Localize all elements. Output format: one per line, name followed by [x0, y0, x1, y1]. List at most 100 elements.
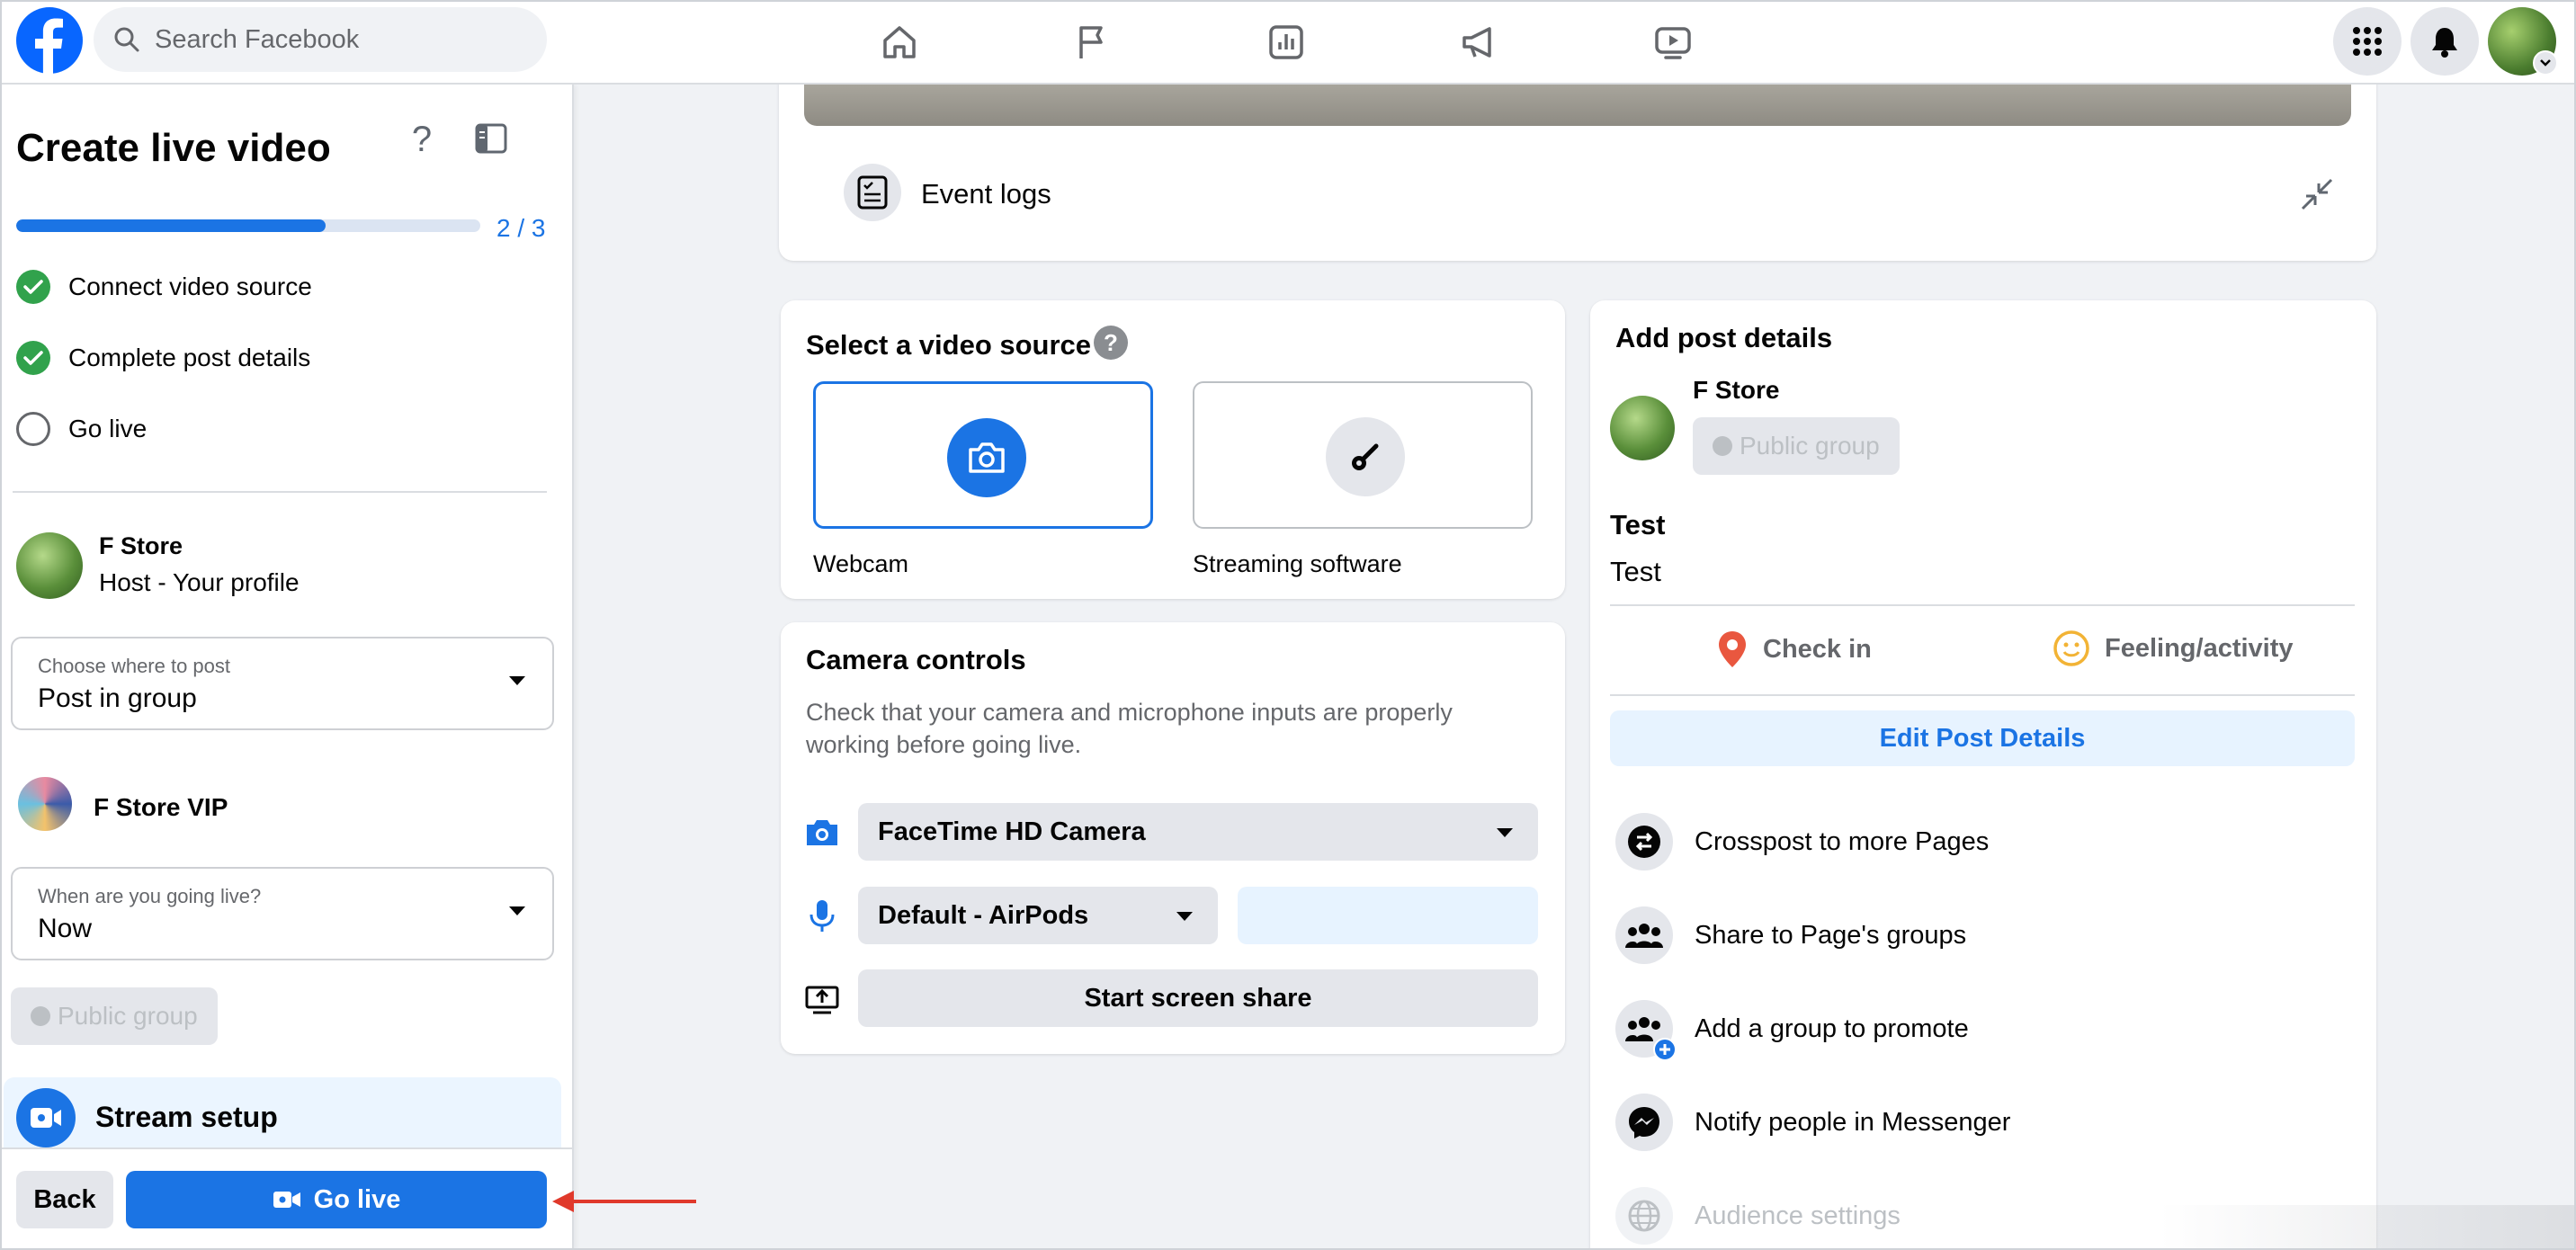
go-live-label: Go live [313, 1184, 401, 1214]
notifications-bell-icon[interactable] [2411, 7, 2479, 76]
step-go-live: Go live [16, 412, 147, 446]
video-icon[interactable] [1646, 15, 1700, 69]
camera-icon [807, 820, 837, 845]
chevron-down-icon[interactable] [2533, 50, 2558, 76]
divider [1610, 694, 2355, 696]
host-role: Host - Your profile [99, 568, 300, 596]
location-pin-icon [1719, 631, 1746, 667]
video-source-title: Select a video source [806, 329, 1092, 361]
help-icon[interactable]: ? [1094, 326, 1128, 360]
webcam-label: Webcam [813, 550, 909, 577]
progress-text: 2 / 3 [496, 214, 546, 242]
back-button[interactable]: Back [16, 1171, 113, 1228]
add-group-icon [1615, 1000, 1677, 1061]
live-camera-icon [273, 1192, 300, 1208]
screen-share-icon [805, 986, 839, 1014]
webcam-option[interactable] [813, 381, 1153, 529]
microphone-icon [809, 900, 835, 932]
event-logs-icon [844, 164, 901, 221]
minimize-icon[interactable] [2299, 176, 2335, 212]
stream-setup-label: Stream setup [95, 1101, 278, 1133]
camera-value: FaceTime HD Camera [878, 817, 1146, 846]
description-line: working before going live. [806, 731, 1082, 758]
help-icon[interactable]: ? [401, 119, 443, 160]
post-details-title: Add post details [1615, 322, 1833, 353]
group-name: F Store VIP [94, 793, 228, 821]
notify-messenger-option[interactable]: Notify people in Messenger [1615, 1094, 2010, 1151]
progress-bar [16, 219, 480, 232]
add-group-to-promote-option[interactable]: Add a group to promote [1615, 1000, 1969, 1061]
host-name: F Store [99, 532, 183, 559]
crosspost-icon [1615, 813, 1673, 871]
description-line: Check that your camera and microphone in… [806, 699, 1453, 726]
audio-level-meter [1238, 887, 1538, 944]
select-label: When are you going live? [38, 885, 262, 907]
streaming-software-label: Streaming software [1193, 550, 1402, 577]
crosspost-option[interactable]: Crosspost to more Pages [1615, 813, 1989, 871]
step-label: Go live [68, 415, 148, 442]
option-label: Audience settings [1695, 1201, 1901, 1230]
event-logs-label[interactable]: Event logs [921, 178, 1051, 210]
scroll-shadow [2159, 1205, 2576, 1250]
share-to-groups-option[interactable]: Share to Page's groups [1615, 906, 1966, 964]
collapse-panel-icon[interactable] [473, 121, 509, 156]
option-label: Share to Page's groups [1695, 920, 1967, 950]
step-label: Connect video source [68, 272, 312, 300]
group-avatar [16, 775, 74, 833]
top-navigation-bar [0, 0, 2576, 85]
video-preview [804, 85, 2351, 126]
go-live-button[interactable]: Go live [126, 1171, 547, 1228]
when-going-live-select[interactable]: When are you going live? Now [11, 867, 554, 960]
stream-setup-section[interactable]: Stream setup [4, 1077, 561, 1158]
microphone-value: Default - AirPods [878, 900, 1089, 930]
camera-controls-description: Check that your camera and microphone in… [806, 696, 1453, 761]
feeling-label: Feeling/activity [2105, 633, 2294, 663]
progress-fill [16, 219, 326, 232]
step-connect-video-source: Connect video source [16, 270, 312, 304]
audience-settings-option[interactable]: Audience settings [1615, 1187, 1901, 1245]
flag-icon[interactable] [1065, 15, 1119, 69]
messenger-icon [1615, 1094, 1673, 1151]
insights-icon[interactable] [1259, 15, 1313, 69]
search-bar[interactable] [94, 7, 547, 72]
smiley-icon [2053, 630, 2089, 666]
microphone-select[interactable]: Default - AirPods [858, 887, 1218, 944]
select-value: Post in group [38, 683, 197, 713]
megaphone-icon[interactable] [1452, 15, 1506, 69]
post-text[interactable]: Test [1610, 556, 1661, 588]
privacy-label: Public group [58, 1002, 198, 1030]
facebook-logo-icon[interactable] [16, 7, 83, 74]
start-screen-share-button[interactable]: Start screen share [858, 969, 1538, 1027]
sidebar-footer: Back Go live [0, 1147, 572, 1250]
privacy-button[interactable]: Public group [11, 987, 218, 1045]
camera-select[interactable]: FaceTime HD Camera [858, 803, 1538, 861]
feeling-activity-button[interactable]: Feeling/activity [2053, 629, 2294, 667]
option-label: Add a group to promote [1695, 1013, 1969, 1043]
post-title[interactable]: Test [1610, 509, 1665, 541]
streaming-software-option[interactable] [1193, 381, 1533, 529]
caret-down-icon [509, 676, 525, 685]
page-title: Create live video [16, 126, 331, 170]
select-label: Choose where to post [38, 655, 231, 677]
page-name: F Store [1693, 376, 1780, 404]
search-icon [114, 27, 139, 52]
search-input[interactable] [155, 24, 514, 55]
step-label: Complete post details [68, 344, 311, 371]
divider [13, 491, 547, 493]
where-to-post-select[interactable]: Choose where to post Post in group [11, 637, 554, 730]
edit-post-details-button[interactable]: Edit Post Details [1610, 710, 2355, 766]
groups-icon [1615, 906, 1673, 964]
step-complete-post-details: Complete post details [16, 341, 310, 375]
option-label: Crosspost to more Pages [1695, 826, 1990, 856]
home-icon[interactable] [872, 15, 926, 69]
check-in-button[interactable]: Check in [1716, 629, 1872, 669]
globe-icon [1713, 436, 1732, 456]
check-circle-icon [16, 270, 50, 304]
live-camera-icon [16, 1088, 76, 1147]
menu-grid-icon[interactable] [2333, 7, 2402, 76]
create-live-sidebar: Create live video ? 2 / 3 Connect video … [0, 85, 574, 1250]
caret-down-icon [509, 906, 525, 915]
privacy-button[interactable]: Public group [1693, 417, 1900, 475]
check-circle-icon [16, 341, 50, 375]
globe-icon [31, 1006, 50, 1026]
